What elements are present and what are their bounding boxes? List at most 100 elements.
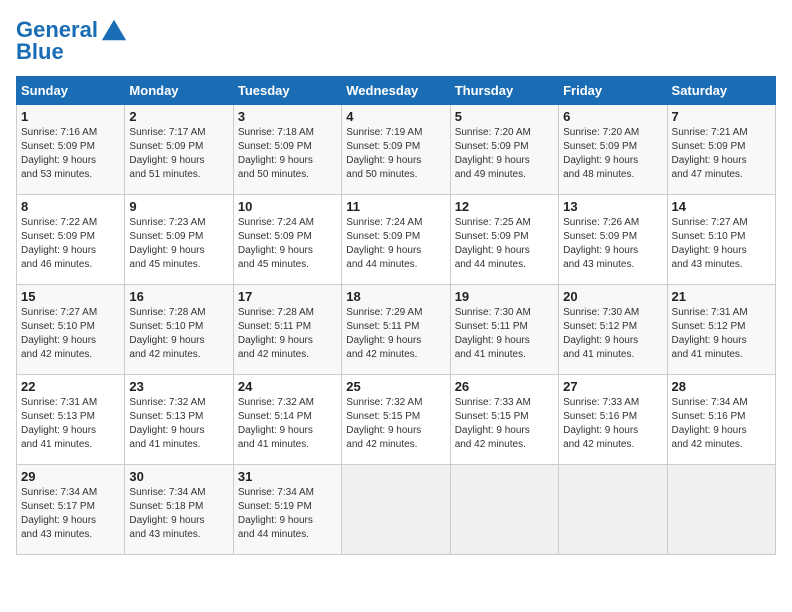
day-info: Sunrise: 7:33 AM Sunset: 5:15 PM Dayligh… [455,396,554,452]
day-info: Sunrise: 7:20 AM Sunset: 5:09 PM Dayligh… [563,126,662,182]
day-info: Sunrise: 7:28 AM Sunset: 5:10 PM Dayligh… [129,306,228,362]
day-info: Sunrise: 7:24 AM Sunset: 5:09 PM Dayligh… [346,216,445,272]
calendar-cell: 23 Sunrise: 7:32 AM Sunset: 5:13 PM Dayli… [125,375,233,465]
calendar-cell: 20 Sunrise: 7:30 AM Sunset: 5:12 PM Dayli… [559,285,667,375]
day-number: 2 [129,109,228,124]
day-number: 25 [346,379,445,394]
day-number: 7 [672,109,771,124]
day-number: 27 [563,379,662,394]
day-header-wednesday: Wednesday [342,77,450,105]
week-row-1: 8Sunrise: 7:22 AM Sunset: 5:09 PM Daylig… [17,195,776,285]
day-number: 5 [455,109,554,124]
calendar-cell: 3Sunrise: 7:18 AM Sunset: 5:09 PM Daylig… [233,105,341,195]
calendar-cell: 12 Sunrise: 7:25 AM Sunset: 5:09 PM Dayli… [450,195,558,285]
calendar-cell: 2 Sunrise: 7:17 AM Sunset: 5:09 PM Daylig… [125,105,233,195]
day-number: 14 [672,199,771,214]
calendar-table: SundayMondayTuesdayWednesdayThursdayFrid… [16,76,776,555]
logo-icon [100,16,128,44]
calendar-cell: 9 Sunrise: 7:23 AM Sunset: 5:09 PM Daylig… [125,195,233,285]
calendar-cell: 31 Sunrise: 7:34 AM Sunset: 5:19 PM Dayli… [233,465,341,555]
calendar-cell: 13 Sunrise: 7:26 AM Sunset: 5:09 PM Dayli… [559,195,667,285]
day-number: 15 [21,289,120,304]
day-info: Sunrise: 7:31 AM Sunset: 5:12 PM Dayligh… [672,306,771,362]
day-number: 26 [455,379,554,394]
calendar-cell: 5 Sunrise: 7:20 AM Sunset: 5:09 PM Daylig… [450,105,558,195]
header-row: SundayMondayTuesdayWednesdayThursdayFrid… [17,77,776,105]
day-number: 18 [346,289,445,304]
day-info: Sunrise: 7:34 AM Sunset: 5:17 PM Dayligh… [21,486,120,542]
day-info: Sunrise: 7:31 AM Sunset: 5:13 PM Dayligh… [21,396,120,452]
calendar-cell [342,465,450,555]
day-number: 30 [129,469,228,484]
day-header-sunday: Sunday [17,77,125,105]
day-info: Sunrise: 7:21 AM Sunset: 5:09 PM Dayligh… [672,126,771,182]
day-info: Sunrise: 7:27 AM Sunset: 5:10 PM Dayligh… [21,306,120,362]
day-header-tuesday: Tuesday [233,77,341,105]
day-info: Sunrise: 7:32 AM Sunset: 5:15 PM Dayligh… [346,396,445,452]
day-number: 22 [21,379,120,394]
calendar-cell: 7 Sunrise: 7:21 AM Sunset: 5:09 PM Daylig… [667,105,775,195]
day-info: Sunrise: 7:30 AM Sunset: 5:11 PM Dayligh… [455,306,554,362]
day-number: 16 [129,289,228,304]
calendar-cell [450,465,558,555]
calendar-cell: 26 Sunrise: 7:33 AM Sunset: 5:15 PM Dayli… [450,375,558,465]
day-info: Sunrise: 7:22 AM Sunset: 5:09 PM Dayligh… [21,216,120,272]
day-number: 10 [238,199,337,214]
day-number: 12 [455,199,554,214]
week-row-4: 29 Sunrise: 7:34 AM Sunset: 5:17 PM Dayli… [17,465,776,555]
day-info: Sunrise: 7:33 AM Sunset: 5:16 PM Dayligh… [563,396,662,452]
day-header-thursday: Thursday [450,77,558,105]
calendar-cell: 11 Sunrise: 7:24 AM Sunset: 5:09 PM Dayli… [342,195,450,285]
day-number: 4 [346,109,445,124]
day-number: 9 [129,199,228,214]
calendar-cell: 15 Sunrise: 7:27 AM Sunset: 5:10 PM Dayli… [17,285,125,375]
calendar-cell [559,465,667,555]
calendar-cell: 6 Sunrise: 7:20 AM Sunset: 5:09 PM Daylig… [559,105,667,195]
day-info: Sunrise: 7:26 AM Sunset: 5:09 PM Dayligh… [563,216,662,272]
day-number: 23 [129,379,228,394]
day-number: 3 [238,109,337,124]
calendar-cell: 22 Sunrise: 7:31 AM Sunset: 5:13 PM Dayli… [17,375,125,465]
calendar-cell: 19 Sunrise: 7:30 AM Sunset: 5:11 PM Dayli… [450,285,558,375]
day-header-monday: Monday [125,77,233,105]
calendar-cell: 18Sunrise: 7:29 AM Sunset: 5:11 PM Dayli… [342,285,450,375]
day-header-friday: Friday [559,77,667,105]
logo: General Blue [16,16,128,64]
day-info: Sunrise: 7:24 AM Sunset: 5:09 PM Dayligh… [238,216,337,272]
week-row-0: 1Sunrise: 7:16 AM Sunset: 5:09 PM Daylig… [17,105,776,195]
calendar-cell: 29 Sunrise: 7:34 AM Sunset: 5:17 PM Dayli… [17,465,125,555]
day-header-saturday: Saturday [667,77,775,105]
day-number: 31 [238,469,337,484]
week-row-3: 22 Sunrise: 7:31 AM Sunset: 5:13 PM Dayli… [17,375,776,465]
calendar-cell: 17Sunrise: 7:28 AM Sunset: 5:11 PM Dayli… [233,285,341,375]
calendar-cell [667,465,775,555]
day-number: 13 [563,199,662,214]
day-info: Sunrise: 7:23 AM Sunset: 5:09 PM Dayligh… [129,216,228,272]
day-number: 11 [346,199,445,214]
page-container: General Blue SundayMondayTuesdayWednesda… [16,16,776,555]
day-number: 29 [21,469,120,484]
calendar-cell: 24 Sunrise: 7:32 AM Sunset: 5:14 PM Dayli… [233,375,341,465]
week-row-2: 15 Sunrise: 7:27 AM Sunset: 5:10 PM Dayli… [17,285,776,375]
day-info: Sunrise: 7:17 AM Sunset: 5:09 PM Dayligh… [129,126,228,182]
day-info: Sunrise: 7:34 AM Sunset: 5:19 PM Dayligh… [238,486,337,542]
day-number: 6 [563,109,662,124]
day-info: Sunrise: 7:20 AM Sunset: 5:09 PM Dayligh… [455,126,554,182]
day-info: Sunrise: 7:27 AM Sunset: 5:10 PM Dayligh… [672,216,771,272]
day-number: 21 [672,289,771,304]
day-number: 24 [238,379,337,394]
calendar-cell: 21 Sunrise: 7:31 AM Sunset: 5:12 PM Dayli… [667,285,775,375]
day-number: 19 [455,289,554,304]
day-info: Sunrise: 7:32 AM Sunset: 5:13 PM Dayligh… [129,396,228,452]
calendar-cell: 25 Sunrise: 7:32 AM Sunset: 5:15 PM Dayli… [342,375,450,465]
day-info: Sunrise: 7:30 AM Sunset: 5:12 PM Dayligh… [563,306,662,362]
day-info: Sunrise: 7:28 AM Sunset: 5:11 PM Dayligh… [238,306,337,362]
day-info: Sunrise: 7:34 AM Sunset: 5:18 PM Dayligh… [129,486,228,542]
day-number: 1 [21,109,120,124]
day-info: Sunrise: 7:32 AM Sunset: 5:14 PM Dayligh… [238,396,337,452]
calendar-cell: 14 Sunrise: 7:27 AM Sunset: 5:10 PM Dayli… [667,195,775,285]
day-info: Sunrise: 7:25 AM Sunset: 5:09 PM Dayligh… [455,216,554,272]
calendar-cell: 28Sunrise: 7:34 AM Sunset: 5:16 PM Dayli… [667,375,775,465]
day-number: 20 [563,289,662,304]
calendar-cell: 8Sunrise: 7:22 AM Sunset: 5:09 PM Daylig… [17,195,125,285]
